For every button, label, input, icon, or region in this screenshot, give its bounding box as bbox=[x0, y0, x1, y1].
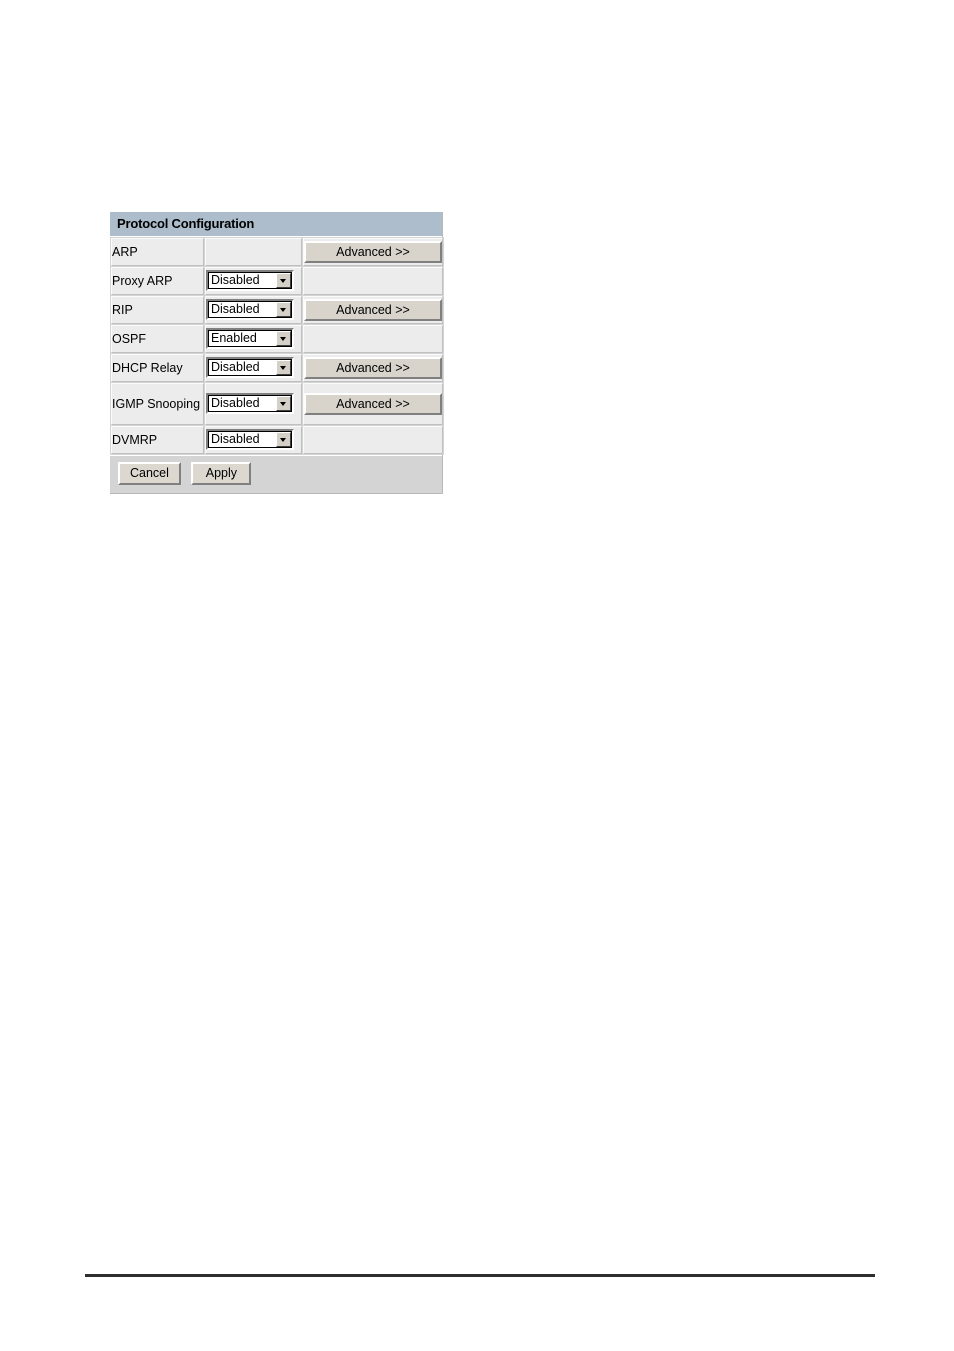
advanced-button[interactable]: Advanced >> bbox=[304, 357, 442, 379]
state-select[interactable]: Disabled bbox=[206, 299, 294, 320]
protocol-label-cell: Proxy ARP bbox=[111, 267, 204, 295]
protocol-action-cell: Advanced >> bbox=[303, 383, 443, 425]
protocol-action-cell-empty bbox=[303, 325, 443, 353]
panel-title: Protocol Configuration bbox=[110, 212, 442, 237]
state-select[interactable]: Enabled bbox=[206, 328, 294, 349]
protocol-label: RIP bbox=[112, 302, 133, 317]
chevron-down-icon[interactable] bbox=[276, 360, 291, 375]
protocol-state-cell: Enabled bbox=[205, 325, 302, 353]
state-select[interactable]: Disabled bbox=[206, 357, 294, 378]
table-row: Proxy ARP Disabled bbox=[111, 267, 443, 295]
protocol-label: OSPF bbox=[112, 331, 147, 346]
protocol-state-cell: Disabled bbox=[205, 383, 302, 425]
page-bottom-rule bbox=[85, 1274, 875, 1277]
protocol-label-cell: RIP bbox=[111, 296, 204, 324]
protocol-state-cell: Disabled bbox=[205, 426, 302, 454]
protocol-label-cell: IGMP Snooping bbox=[111, 383, 204, 425]
table-row: DHCP Relay Disabled Advanced >> bbox=[111, 354, 443, 382]
protocol-action-cell: Advanced >> bbox=[303, 296, 443, 324]
chevron-down-icon[interactable] bbox=[276, 302, 291, 317]
protocol-state-cell: Disabled bbox=[205, 354, 302, 382]
protocol-label: DVMRP bbox=[112, 432, 158, 447]
protocol-label: IGMP Snooping bbox=[112, 396, 201, 411]
chevron-down-icon[interactable] bbox=[276, 396, 291, 411]
protocol-action-cell: Advanced >> bbox=[303, 238, 443, 266]
state-select[interactable]: Disabled bbox=[206, 393, 294, 414]
advanced-button[interactable]: Advanced >> bbox=[304, 393, 442, 415]
table-row: DVMRP Disabled bbox=[111, 426, 443, 454]
table-row: ARP Advanced >> bbox=[111, 238, 443, 266]
protocol-state-cell: Disabled bbox=[205, 267, 302, 295]
protocol-label: Proxy ARP bbox=[112, 273, 173, 288]
protocol-label-cell: DVMRP bbox=[111, 426, 204, 454]
table-row: RIP Disabled Advanced >> bbox=[111, 296, 443, 324]
cancel-button[interactable]: Cancel bbox=[118, 462, 181, 485]
chevron-down-icon[interactable] bbox=[276, 432, 291, 447]
protocol-label: ARP bbox=[112, 244, 138, 259]
table-row: OSPF Enabled bbox=[111, 325, 443, 353]
protocol-action-cell-empty bbox=[303, 267, 443, 295]
protocol-state-cell-empty bbox=[205, 238, 302, 266]
state-select[interactable]: Disabled bbox=[206, 429, 294, 450]
chevron-down-icon[interactable] bbox=[276, 331, 291, 346]
protocol-label-cell: ARP bbox=[111, 238, 204, 266]
apply-button[interactable]: Apply bbox=[191, 462, 252, 485]
panel-footer: Cancel Apply bbox=[110, 455, 442, 493]
advanced-button[interactable]: Advanced >> bbox=[304, 299, 442, 321]
state-select[interactable]: Disabled bbox=[206, 270, 294, 291]
protocol-label: DHCP Relay bbox=[112, 360, 183, 375]
protocol-state-cell: Disabled bbox=[205, 296, 302, 324]
protocol-action-cell: Advanced >> bbox=[303, 354, 443, 382]
protocol-label-cell: DHCP Relay bbox=[111, 354, 204, 382]
table-row: IGMP Snooping Disabled Advanced >> bbox=[111, 383, 443, 425]
protocol-configuration-table: ARP Advanced >> Proxy ARP Disabled RIP Disabl… bbox=[110, 237, 444, 455]
protocol-action-cell-empty bbox=[303, 426, 443, 454]
chevron-down-icon[interactable] bbox=[276, 273, 291, 288]
protocol-configuration-panel: Protocol Configuration ARP Advanced >> Pro… bbox=[110, 212, 444, 494]
advanced-button[interactable]: Advanced >> bbox=[304, 241, 442, 263]
protocol-label-cell: OSPF bbox=[111, 325, 204, 353]
